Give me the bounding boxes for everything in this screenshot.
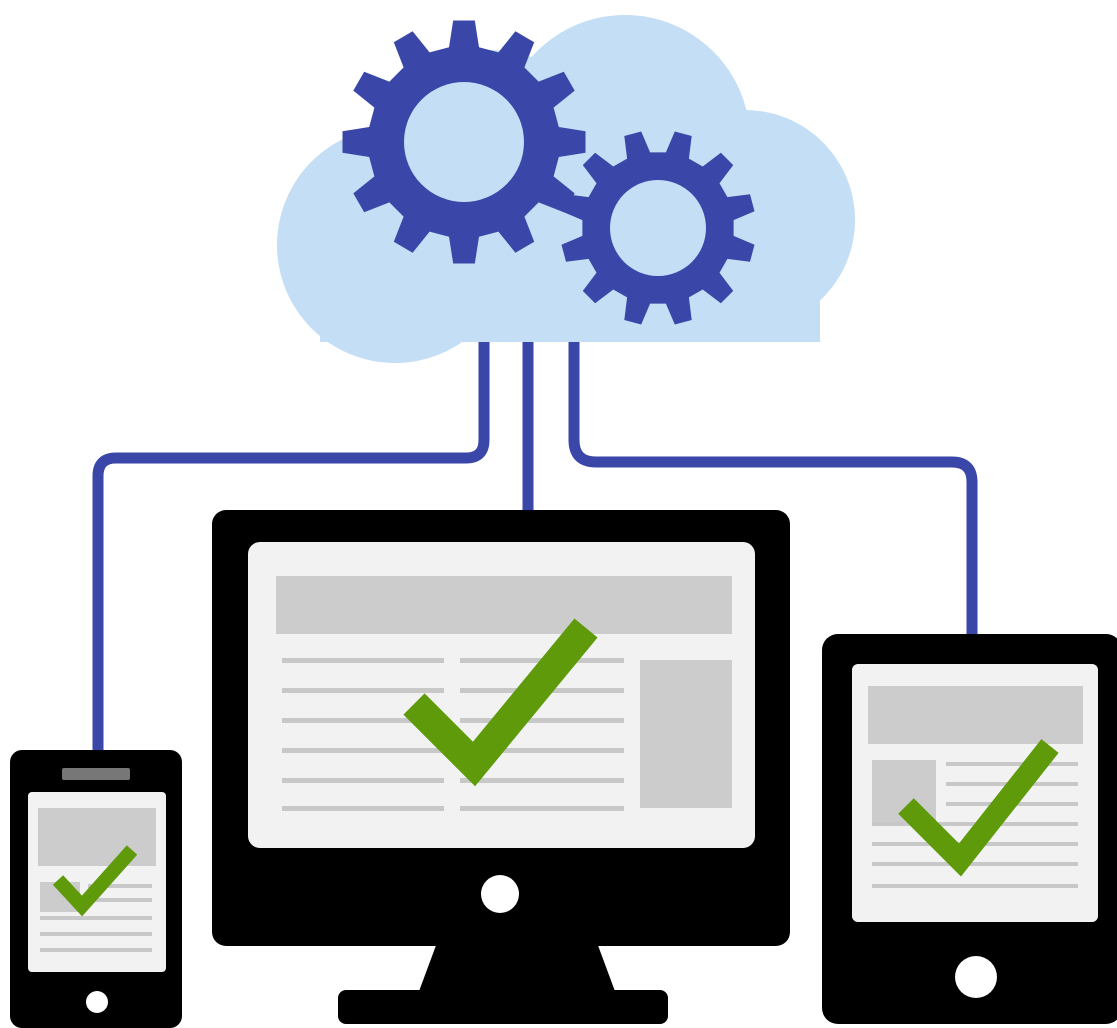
sidebar-block [640,660,732,808]
desktop-monitor-icon [212,510,790,1024]
tablet-icon [822,634,1117,1024]
power-button [481,875,519,913]
home-button [86,991,108,1013]
monitor-stand-base [338,990,668,1024]
header-block [868,686,1083,744]
small-gear-icon [561,131,755,325]
gear-hole [404,82,524,202]
monitor-neck [418,940,616,994]
home-button [955,956,997,998]
smartphone-icon [10,750,182,1028]
gear-hole [610,180,706,276]
phone-speaker [62,768,130,780]
cloud-devices-illustration [10,15,1117,1028]
header-block [276,576,732,634]
header-block [38,808,156,866]
